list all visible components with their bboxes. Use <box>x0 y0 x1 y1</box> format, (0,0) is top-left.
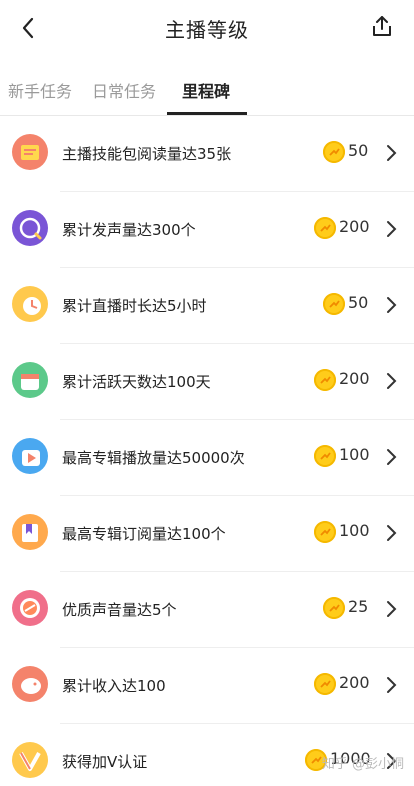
page-title: 主播等级 <box>165 18 249 42</box>
coin-icon <box>323 597 345 619</box>
v-badge-icon <box>12 742 48 778</box>
chevron-right-icon <box>387 221 397 237</box>
milestone-label: 累计直播时长达5小时 <box>62 297 207 315</box>
coin-icon <box>323 293 345 315</box>
chevron-right-icon <box>387 373 397 389</box>
milestone-row[interactable]: 最高专辑订阅量达100个 100 <box>0 496 414 572</box>
milestone-label: 主播技能包阅读量达35张 <box>62 145 232 163</box>
milestone-row[interactable]: 最高专辑播放量达50000次 100 <box>0 420 414 496</box>
milestone-label: 累计发声量达300个 <box>62 221 196 239</box>
milestone-row[interactable]: 累计活跃天数达100天 200 <box>0 344 414 420</box>
coin-icon <box>314 217 336 239</box>
milestone-row[interactable]: 优质声音量达5个 25 <box>0 572 414 648</box>
tab-newbie-tasks[interactable]: 新手任务 <box>8 78 72 102</box>
chevron-right-icon <box>387 145 397 161</box>
microphone-icon <box>12 210 48 246</box>
milestone-label: 累计活跃天数达100天 <box>62 373 211 391</box>
coin-icon <box>314 673 336 695</box>
watermark: 知乎 @彭小恫 <box>321 757 404 772</box>
chevron-right-icon <box>387 525 397 541</box>
milestone-row[interactable]: 累计发声量达300个 200 <box>0 192 414 268</box>
reward-value: 200 <box>339 673 370 692</box>
milestone-list: 主播技能包阅读量达35张 50 累计发声量达300个 200 累计直播时长达5小… <box>0 116 414 786</box>
chevron-right-icon <box>387 677 397 693</box>
reward-value: 50 <box>348 141 369 160</box>
share-button[interactable] <box>366 10 398 42</box>
calendar-icon <box>12 362 48 398</box>
milestone-row[interactable]: 累计直播时长达5小时 50 <box>0 268 414 344</box>
tab-milestones[interactable]: 里程碑 <box>182 78 230 102</box>
share-icon <box>373 16 391 36</box>
milestone-label: 获得加V认证 <box>62 753 148 771</box>
coin-icon <box>323 141 345 163</box>
reward-value: 100 <box>339 521 370 540</box>
tab-bar: 新手任务 日常任务 里程碑 <box>0 72 414 116</box>
clock-icon <box>12 286 48 322</box>
milestone-label: 最高专辑播放量达50000次 <box>62 449 245 467</box>
chevron-right-icon <box>387 449 397 465</box>
tab-daily-tasks[interactable]: 日常任务 <box>92 78 156 102</box>
milestone-label: 最高专辑订阅量达100个 <box>62 525 226 543</box>
chevron-right-icon <box>387 297 397 313</box>
reward-value: 25 <box>348 597 369 616</box>
sound-icon <box>12 590 48 626</box>
milestone-row[interactable]: 主播技能包阅读量达35张 50 <box>0 116 414 192</box>
chevron-right-icon <box>387 601 397 617</box>
reward-value: 200 <box>339 217 370 236</box>
header-bar: 主播等级 <box>0 0 414 56</box>
bookmark-icon <box>12 514 48 550</box>
play-icon <box>12 438 48 474</box>
piggy-bank-icon <box>12 666 48 702</box>
reward-value: 200 <box>339 369 370 388</box>
book-icon <box>12 134 48 170</box>
coin-icon <box>314 521 336 543</box>
reward-value: 50 <box>348 293 369 312</box>
milestone-label: 累计收入达100 <box>62 677 166 695</box>
coin-icon <box>314 445 336 467</box>
coin-icon <box>314 369 336 391</box>
reward-value: 100 <box>339 445 370 464</box>
milestone-label: 优质声音量达5个 <box>62 601 177 619</box>
milestone-row[interactable]: 累计收入达100 200 <box>0 648 414 724</box>
